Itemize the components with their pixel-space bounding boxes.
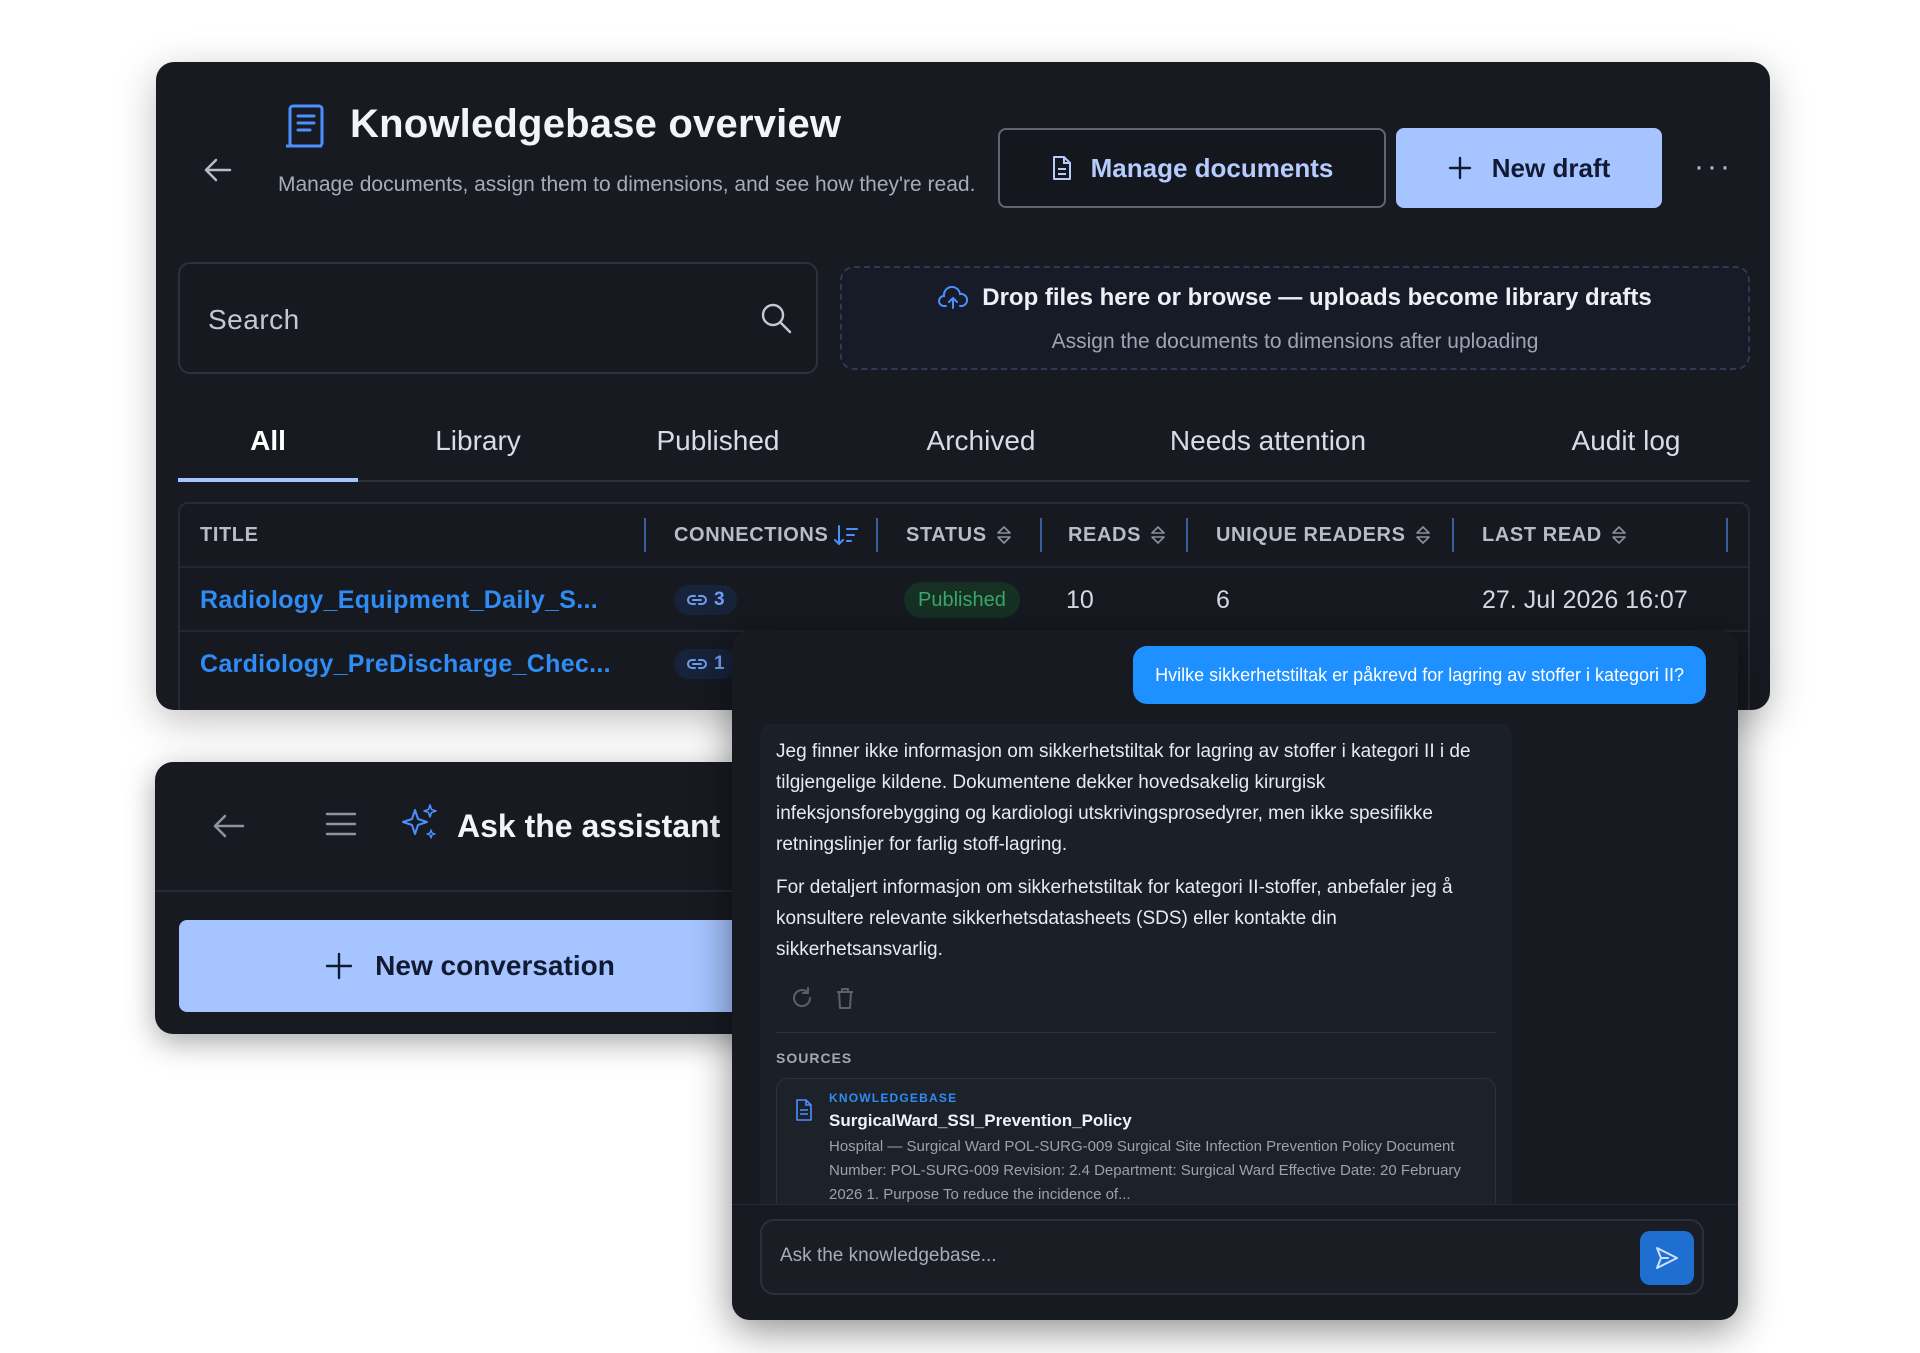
document-title-link[interactable]: Cardiology_PreDischarge_Chec... <box>200 650 611 679</box>
trash-icon[interactable] <box>834 986 856 1010</box>
column-header-connections-label: CONNECTIONS <box>674 523 829 546</box>
column-header-title[interactable]: TITLE <box>200 504 259 566</box>
back-arrow-icon[interactable] <box>198 150 238 190</box>
cloud-upload-icon <box>938 286 969 309</box>
search-box[interactable]: Search <box>178 262 818 374</box>
new-draft-label: New draft <box>1491 152 1611 183</box>
sort-descending-icon <box>834 525 859 546</box>
chat-input-field[interactable]: Ask the knowledgebase... <box>760 1219 1704 1295</box>
new-draft-button[interactable]: New draft <box>1396 128 1662 208</box>
column-resize-handle[interactable] <box>876 518 878 552</box>
book-icon <box>286 104 324 148</box>
assistant-answer-card: Jeg finner ikke informasjon om sikkerhet… <box>760 724 1512 1214</box>
answer-paragraph: For detaljert informasjon om sikkerhetst… <box>776 877 1453 960</box>
column-header-status-label: STATUS <box>906 523 987 546</box>
manage-documents-button[interactable]: Manage documents <box>998 128 1386 208</box>
sort-icon <box>1612 526 1626 544</box>
assistant-panel: Ask the assistant New conversation <box>155 762 789 1034</box>
column-resize-handle[interactable] <box>644 518 646 552</box>
manage-documents-label: Manage documents <box>1090 152 1334 183</box>
source-card[interactable]: KNOWLEDGEBASE SurgicalWard_SSI_Preventio… <box>776 1078 1496 1214</box>
file-drop-zone[interactable]: Drop files here or browse — uploads beco… <box>840 266 1750 370</box>
column-header-unique-readers[interactable]: UNIQUE READERS <box>1216 504 1432 566</box>
search-input[interactable]: Search <box>208 304 300 336</box>
tab-bar: All Library Published Archived Needs att… <box>178 402 1750 482</box>
document-icon <box>796 1099 812 1121</box>
column-resize-handle[interactable] <box>1452 518 1454 552</box>
link-icon <box>687 659 707 669</box>
document-title-link[interactable]: Radiology_Equipment_Daily_S... <box>200 586 598 615</box>
document-icon <box>1052 156 1071 180</box>
column-resize-handle[interactable] <box>1186 518 1188 552</box>
divider <box>155 890 789 892</box>
column-header-connections[interactable]: CONNECTIONS <box>674 504 859 566</box>
refresh-icon[interactable] <box>790 986 814 1010</box>
tab-published[interactable]: Published <box>618 402 818 480</box>
column-header-last-read-label: LAST READ <box>1482 523 1602 546</box>
sparkles-icon <box>402 804 437 839</box>
chat-panel: Hvilke sikkerhetstiltak er påkrevd for l… <box>732 630 1738 1320</box>
last-read-value: 27. Jul 2026 16:07 <box>1482 585 1688 614</box>
column-header-reads-label: READS <box>1068 523 1142 546</box>
send-icon <box>1656 1247 1678 1269</box>
user-message-bubble: Hvilke sikkerhetstiltak er påkrevd for l… <box>1133 646 1706 704</box>
new-conversation-label: New conversation <box>375 950 615 981</box>
send-button[interactable] <box>1640 1231 1694 1285</box>
connections-badge[interactable]: 3 <box>674 585 737 615</box>
link-icon <box>687 595 707 605</box>
column-resize-handle[interactable] <box>1040 518 1042 552</box>
status-badge: Published <box>904 582 1020 618</box>
connections-count: 1 <box>714 653 725 674</box>
tab-library[interactable]: Library <box>388 402 568 480</box>
answer-paragraph: Jeg finner ikke informasjon om sikkerhet… <box>776 741 1471 855</box>
sort-icon <box>1151 526 1165 544</box>
unique-readers-value: 6 <box>1216 585 1230 614</box>
menu-icon[interactable] <box>323 806 359 842</box>
column-header-reads[interactable]: READS <box>1068 504 1167 566</box>
sort-icon <box>1415 526 1430 544</box>
chat-input-placeholder[interactable]: Ask the knowledgebase... <box>780 1245 997 1267</box>
knowledgebase-panel: Knowledgebase overview Manage documents,… <box>156 62 1770 710</box>
tab-archived[interactable]: Archived <box>886 402 1076 480</box>
source-kicker: KNOWLEDGEBASE <box>829 1091 958 1105</box>
drop-zone-subtitle: Assign the documents to dimensions after… <box>1051 330 1539 353</box>
table-row[interactable]: Radiology_Equipment_Daily_S... 3 Publish… <box>180 566 1748 630</box>
page-subtitle: Manage documents, assign them to dimensi… <box>278 173 976 196</box>
divider <box>776 1032 1496 1033</box>
column-resize-handle[interactable] <box>1726 518 1728 552</box>
back-arrow-icon[interactable] <box>209 806 249 846</box>
tab-needs-attention[interactable]: Needs attention <box>1138 402 1398 480</box>
connections-count: 3 <box>714 589 725 610</box>
active-tab-indicator <box>178 478 358 482</box>
tab-all[interactable]: All <box>178 402 358 480</box>
sources-label: SOURCES <box>776 1050 853 1066</box>
search-icon[interactable] <box>758 300 794 336</box>
connections-badge[interactable]: 1 <box>674 649 737 679</box>
source-title[interactable]: SurgicalWard_SSI_Prevention_Policy <box>829 1111 1132 1131</box>
column-header-status[interactable]: STATUS <box>906 504 1013 566</box>
column-header-last-read[interactable]: LAST READ <box>1482 504 1628 566</box>
drop-zone-title: Drop files here or browse — uploads beco… <box>982 284 1652 311</box>
sort-icon <box>996 526 1011 544</box>
page-title: Knowledgebase overview <box>350 102 842 146</box>
assistant-title: Ask the assistant <box>457 808 721 844</box>
column-header-unique-readers-label: UNIQUE READERS <box>1216 523 1406 546</box>
plus-icon <box>325 952 353 980</box>
more-options-icon[interactable]: ··· <box>1694 150 1733 184</box>
source-excerpt: Hospital — Surgical Ward POL-SURG-009 Su… <box>829 1138 1461 1203</box>
new-conversation-button[interactable]: New conversation <box>179 920 761 1012</box>
tab-audit-log[interactable]: Audit log <box>1538 402 1714 480</box>
chat-composer: Ask the knowledgebase... <box>732 1204 1738 1320</box>
reads-value: 10 <box>1066 585 1094 614</box>
plus-icon <box>1448 156 1471 180</box>
